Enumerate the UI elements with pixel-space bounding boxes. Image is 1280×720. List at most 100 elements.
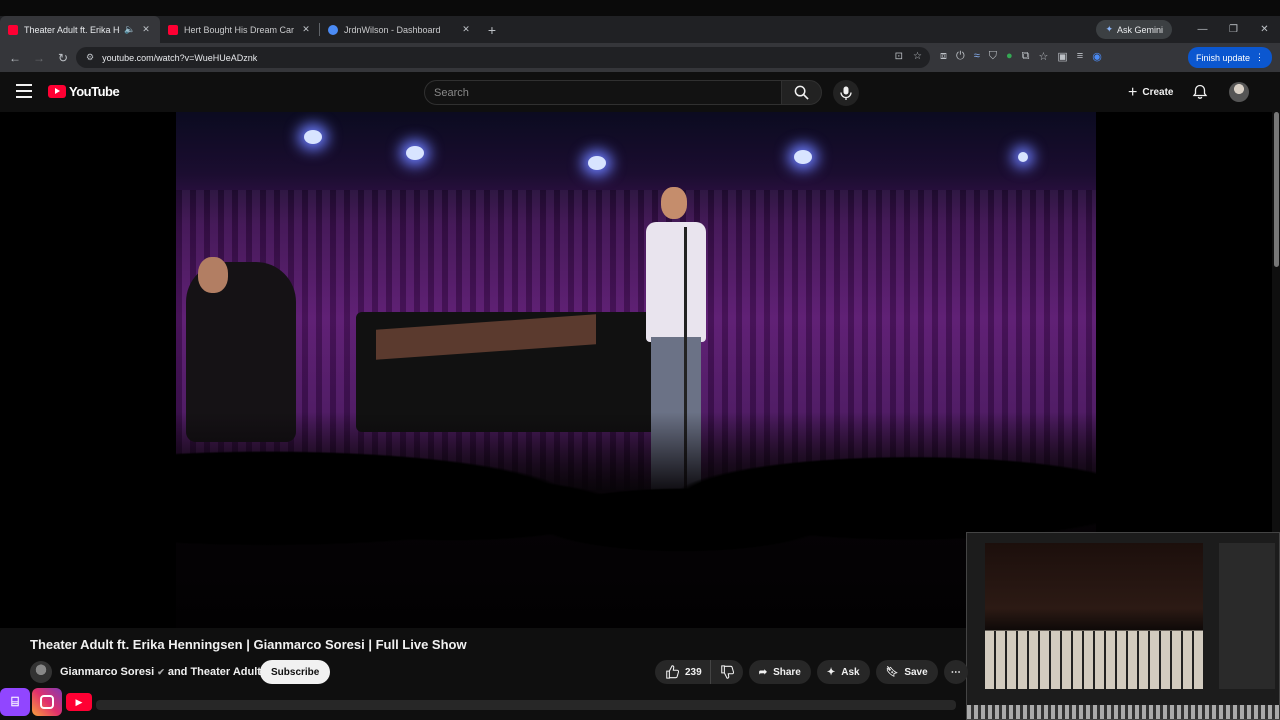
minimize-icon[interactable]: — xyxy=(1187,16,1218,43)
browser-toolbar: ← → ↻ ⚙ youtube.com/watch?v=WueHUeADznk … xyxy=(0,43,1280,72)
save-label: Save xyxy=(904,666,928,678)
stage-light xyxy=(794,150,812,164)
ask-gemini-label: Ask Gemini xyxy=(1116,24,1163,35)
plus-icon: + xyxy=(1128,83,1138,101)
tab-jrdnwilson-dashboard[interactable]: JrdnWilson - Dashboard ✕ xyxy=(320,16,480,43)
pianist-head xyxy=(198,257,228,293)
close-window-icon[interactable]: ✕ xyxy=(1249,16,1280,43)
share-button[interactable]: ➦ Share xyxy=(748,660,811,684)
thumbs-down-icon xyxy=(720,665,734,679)
new-tab-icon[interactable]: + xyxy=(480,16,504,43)
screen-top-edge xyxy=(0,0,1280,16)
share-arrow-icon: ➦ xyxy=(758,666,768,678)
instagram-icon xyxy=(32,688,62,716)
channel-avatar[interactable] xyxy=(30,661,52,683)
search-button[interactable] xyxy=(781,80,822,105)
stage-light xyxy=(1018,152,1028,162)
page-scrollbar[interactable] xyxy=(1272,112,1280,272)
search-icon xyxy=(794,85,809,100)
more-actions-button[interactable]: ⋯ xyxy=(943,660,968,684)
ask-label: Ask xyxy=(841,666,860,678)
instagram-camera-icon xyxy=(40,695,54,709)
forward-icon[interactable]: → xyxy=(27,51,51,65)
youtube-header: YouTube Search + Create xyxy=(0,72,1280,112)
description-box[interactable] xyxy=(96,700,956,710)
url-text: youtube.com/watch?v=WueHUeADznk xyxy=(102,52,258,63)
tab-title: Hert Bought His Dream Car xyxy=(184,24,295,35)
media-control-icon[interactable]: ≡ xyxy=(1077,50,1083,63)
extension-green-icon[interactable]: ● xyxy=(1006,50,1013,63)
youtube-logo-text: YouTube xyxy=(69,84,120,99)
extension-power-icon[interactable]: ⏻ xyxy=(956,50,965,63)
search-input[interactable]: Search xyxy=(424,80,782,105)
finish-update-label: Finish update xyxy=(1195,52,1250,63)
streamer-social-icons: ⌸ ▶ xyxy=(0,688,94,716)
ask-gemini-button[interactable]: ✦ Ask Gemini xyxy=(1096,20,1172,39)
gemini-sparkle-icon: ✦ xyxy=(1105,24,1113,34)
thumbs-up-icon xyxy=(666,665,679,679)
close-tab-icon[interactable]: ✕ xyxy=(300,24,312,35)
account-avatar[interactable] xyxy=(1229,82,1249,102)
picture-in-picture-overlay[interactable] xyxy=(966,532,1280,720)
overlay-timeline-strip xyxy=(967,705,1280,719)
overlay-side-panel xyxy=(1219,543,1275,689)
video-actions: 239 ➦ Share ✦ Ask 🔖︎ Save ⋯ xyxy=(655,660,968,684)
youtube-social-icon: ▶ xyxy=(64,688,94,716)
reload-icon[interactable]: ↻ xyxy=(51,51,75,65)
save-button[interactable]: 🔖︎ Save xyxy=(875,660,938,684)
install-app-icon[interactable]: ⊡ xyxy=(895,51,903,62)
youtube-favicon-icon xyxy=(8,24,18,35)
subscribe-button[interactable]: Subscribe xyxy=(260,660,331,684)
address-bar[interactable]: ⚙ youtube.com/watch?v=WueHUeADznk ⊡ ☆ xyxy=(76,47,930,68)
bookmark-star-icon[interactable]: ☆ xyxy=(913,51,922,62)
like-button[interactable]: 239 xyxy=(655,660,710,684)
performer-head xyxy=(661,187,687,219)
stage-light xyxy=(406,146,424,160)
window-controls: — ❐ ✕ xyxy=(1187,16,1280,43)
sidepanel-icon[interactable]: ▣ xyxy=(1057,50,1067,63)
channel-name[interactable]: Gianmarco Soresi ✔ and Theater Adult xyxy=(60,666,261,678)
site-info-icon[interactable]: ⚙ xyxy=(86,52,94,63)
channel-name-text: Gianmarco Soresi xyxy=(60,666,155,678)
stage-light xyxy=(588,156,606,170)
youtube-play-logo-icon xyxy=(48,85,66,98)
youtube-favicon-icon xyxy=(168,24,178,35)
dislike-button[interactable] xyxy=(709,660,743,684)
close-tab-icon[interactable]: ✕ xyxy=(140,24,152,35)
bookmark-icon: 🔖︎ xyxy=(885,666,899,678)
tab-title: Theater Adult ft. Erika Henn xyxy=(24,24,120,35)
video-frame xyxy=(176,112,1096,628)
performer-shirt xyxy=(646,222,706,342)
scrollbar-thumb[interactable] xyxy=(1274,112,1279,267)
finish-update-button[interactable]: Finish update ⋮ xyxy=(1187,47,1272,68)
like-count: 239 xyxy=(685,666,702,678)
more-horizontal-icon: ⋯ xyxy=(950,666,961,678)
bookmarks-icon[interactable]: ☆ xyxy=(1039,50,1049,63)
microphone-icon xyxy=(840,86,852,100)
voice-search-button[interactable] xyxy=(833,80,859,106)
extension-gift-icon[interactable]: ⧈ xyxy=(940,50,947,63)
notifications-bell-icon[interactable] xyxy=(1192,84,1208,100)
sparkle-icon: ✦ xyxy=(826,666,836,678)
tab-theater-adult[interactable]: Theater Adult ft. Erika Henn 🔈 ✕ xyxy=(0,16,160,43)
youtube-logo[interactable]: YouTube xyxy=(48,84,120,99)
restore-icon[interactable]: ❐ xyxy=(1218,16,1249,43)
back-icon[interactable]: ← xyxy=(3,51,27,65)
extension-wave-icon[interactable]: ≈ xyxy=(974,50,980,63)
kebab-menu-icon: ⋮ xyxy=(1255,52,1264,62)
extension-shield-icon[interactable]: ⛉ xyxy=(989,50,997,63)
youtube-play-icon: ▶ xyxy=(66,693,92,711)
close-tab-icon[interactable]: ✕ xyxy=(460,24,472,35)
profile-icon[interactable]: ◉ xyxy=(1092,50,1102,63)
twitch-icon: ⌸ xyxy=(0,688,30,716)
ask-button[interactable]: ✦ Ask xyxy=(816,660,870,684)
verified-check-icon: ✔ xyxy=(157,667,165,677)
create-button[interactable]: + Create xyxy=(1120,80,1181,105)
share-label: Share xyxy=(773,666,801,678)
menu-icon[interactable] xyxy=(16,84,32,98)
tab-hert-bought[interactable]: Hert Bought His Dream Car ✕ xyxy=(160,16,320,43)
speaker-icon[interactable]: 🔈 xyxy=(124,24,136,35)
extensions-puzzle-icon[interactable]: ⧉ xyxy=(1022,50,1030,63)
globe-favicon-icon xyxy=(328,24,338,35)
overlay-piano-keys xyxy=(985,631,1203,689)
